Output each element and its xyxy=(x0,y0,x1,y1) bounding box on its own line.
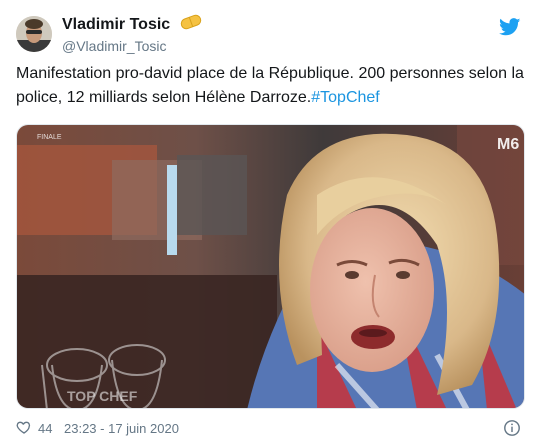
info-icon[interactable] xyxy=(503,419,521,440)
twitter-bird-icon[interactable] xyxy=(499,18,521,41)
timestamp-link[interactable]: 23:23 - 17 juin 2020 xyxy=(64,421,179,436)
like-action[interactable]: 44 xyxy=(16,419,52,438)
tweet-footer: 44 23:23 - 17 juin 2020 xyxy=(16,419,523,439)
avatar[interactable] xyxy=(16,16,52,52)
tweet-text: Manifestation pro-david place de la Répu… xyxy=(16,62,526,110)
like-count: 44 xyxy=(38,421,53,436)
tweet-card: Vladimir Tosic @Vladimir_Tosic Manifesta… xyxy=(0,0,537,447)
tweet-media-image[interactable]: FINALE M6 TOP CHEF xyxy=(16,124,525,409)
show-watermark: TOP CHEF xyxy=(67,388,138,404)
channel-logo: M6 xyxy=(497,136,519,153)
pill-emoji xyxy=(179,14,203,35)
media-overlay-finale: FINALE xyxy=(37,134,62,141)
author-names: Vladimir Tosic @Vladimir_Tosic xyxy=(62,14,203,55)
handle[interactable]: @Vladimir_Tosic xyxy=(62,37,203,55)
display-name[interactable]: Vladimir Tosic xyxy=(62,15,170,35)
hashtag-link[interactable]: #TopChef xyxy=(311,89,380,106)
m6-logo: M6 xyxy=(497,136,519,153)
tweet-body: Manifestation pro-david place de la Répu… xyxy=(16,65,524,106)
tweet-header: Vladimir Tosic @Vladimir_Tosic xyxy=(14,14,523,58)
heart-icon[interactable] xyxy=(16,419,32,438)
